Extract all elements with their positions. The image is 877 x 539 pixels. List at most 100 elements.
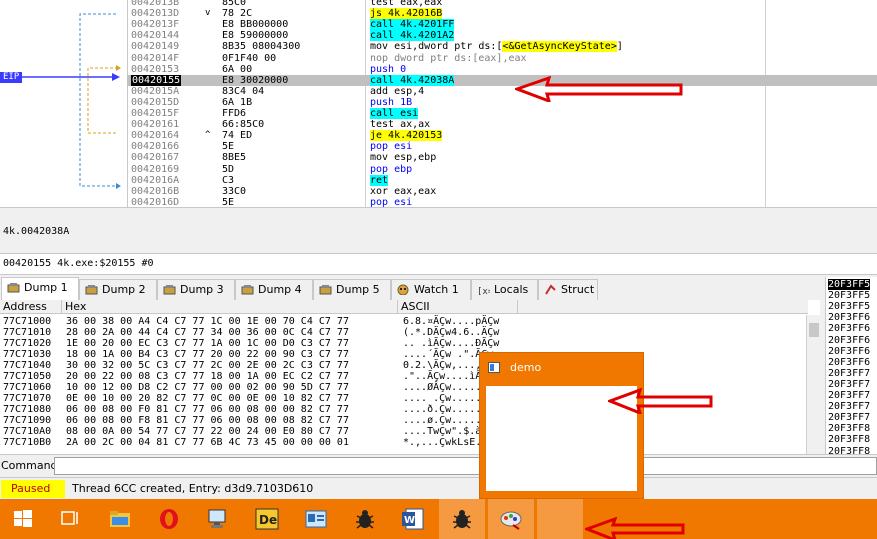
stack-row[interactable]: 20F3FF5 — [828, 279, 871, 290]
task-view-icon — [61, 511, 78, 525]
instruction-token: call 4k.4201A2 — [370, 30, 455, 42]
dump-row[interactable]: 77C71020 1E 00 20 00 EC C3 C7 77 1A 00 1C… — [0, 338, 808, 349]
disasm-address: 00420167 — [131, 152, 180, 164]
instruction-token: pop esi — [370, 141, 413, 153]
start-button[interactable] — [0, 499, 46, 539]
disasm-bytes: E8 30020000 — [222, 74, 289, 86]
disasm-address: 00420161 — [131, 119, 180, 131]
paint-button[interactable] — [488, 499, 534, 539]
task-view-button[interactable] — [46, 499, 92, 539]
dump-hex: 08 00 0A 00 54 77 C7 77 22 00 24 00 E0 8… — [66, 426, 349, 437]
command-input[interactable] — [54, 457, 877, 475]
dump-hex: 36 00 38 00 A4 C4 C7 77 1C 00 1E 00 70 C… — [66, 316, 349, 327]
stack-row[interactable]: 20F3FF6 — [828, 323, 870, 334]
demo-taskbar-button[interactable] — [537, 499, 583, 539]
disasm-instruction: ret — [370, 174, 389, 186]
disasm-row[interactable]: 00420144 E8 59000000 call 4k.4201A2 — [127, 30, 877, 42]
dump-row[interactable]: 77C71050 20 00 22 00 08 C3 C7 77 18 00 1A… — [0, 371, 808, 382]
info-address-pane: 00420155 4k.exe:$20155 #0 — [0, 253, 877, 275]
stack-row[interactable]: 20F3FF7 — [828, 401, 870, 412]
de-button[interactable]: De — [244, 499, 290, 539]
disassembly-view[interactable]: EIP 0042013B 85C0 test eax,eax 0042013D v 78 … — [0, 0, 877, 207]
dump-row[interactable]: 77C71040 30 00 32 00 5C C3 C7 77 2C 00 2E… — [0, 360, 808, 371]
dump-row[interactable]: 77C710B0 2A 00 2C 00 04 81 C7 77 6B 4C 73… — [0, 437, 808, 448]
stack-row[interactable]: 20F3FF6 — [828, 357, 870, 368]
disasm-row[interactable]: 00420164 ^ 74 ED je 4k.420153 — [127, 130, 877, 142]
dump-row[interactable]: 77C71030 18 00 1A 00 B4 C3 C7 77 20 00 22… — [0, 349, 808, 360]
tab-dump-1[interactable]: Dump 1 — [1, 277, 79, 300]
opera-button[interactable] — [146, 499, 192, 539]
disasm-row[interactable]: 00420161 66:85C0 test ax,ax — [127, 119, 877, 130]
disasm-row[interactable]: 00420169 5D pop ebp — [127, 164, 877, 175]
column-header-ascii[interactable]: ASCII — [398, 300, 518, 314]
stack-row[interactable]: 20F3FF7 — [828, 368, 870, 379]
disasm-bytes: 8B35 08004300 — [222, 41, 301, 53]
dump-row[interactable]: 77C710A0 08 00 0A 00 54 77 C7 77 22 00 24… — [0, 426, 808, 437]
stack-row[interactable]: 20F3FF5 — [828, 290, 870, 301]
disasm-row[interactable]: 0042015A 83C4 04 add esp,4 — [127, 86, 877, 97]
instruction-token: <&GetAsyncKeyState> — [502, 41, 617, 53]
disasm-row[interactable]: 0042016A C3 ret — [127, 174, 877, 186]
dump-view[interactable]: Address Hex ASCII 77C71000 36 00 38 00 A4… — [0, 300, 820, 454]
jump-direction-marker: v — [205, 8, 211, 19]
tab-watch-1[interactable]: Watch 1 — [391, 279, 471, 300]
debugger-button[interactable] — [342, 499, 388, 539]
dump-row[interactable]: 77C71090 06 00 08 00 F8 81 C7 77 06 00 08… — [0, 415, 808, 426]
disasm-address: 00420166 — [131, 141, 180, 153]
column-header-hex[interactable]: Hex — [62, 300, 398, 314]
dump-row[interactable]: 77C71000 36 00 38 00 A4 C4 C7 77 1C 00 1E… — [0, 316, 808, 327]
tab-dump-4[interactable]: Dump 4 — [235, 279, 313, 300]
disasm-row-current[interactable]: 00420155 E8 30020000 call 4k.42038A — [127, 74, 877, 86]
disasm-row[interactable]: 00420149 8B35 08004300 mov esi,dword ptr d… — [127, 41, 877, 53]
dump-address: 77C71020 — [3, 338, 52, 349]
stack-view[interactable]: 20F3FF5 20F3FF5 20F3FF5 20F3FF6 20F3FF6 20F3F… — [825, 277, 877, 454]
instruction-token: pop ebp — [370, 163, 413, 175]
disasm-row[interactable]: 00420167 8BE5 mov esp,ebp — [127, 152, 877, 163]
stack-row[interactable]: 20F3FF8 — [828, 423, 870, 434]
file-explorer-button[interactable] — [97, 499, 143, 539]
stack-row[interactable]: 20F3FF5 — [828, 301, 870, 312]
disasm-row[interactable]: 0042015D 6A 1B push 1B — [127, 97, 877, 108]
disasm-row[interactable]: 00420153 6A 00 push 0 — [127, 64, 877, 75]
stack-row[interactable]: 20F3FF6 — [828, 346, 870, 357]
disasm-row[interactable]: 0042016D 5E pop esi — [127, 197, 877, 207]
disasm-row[interactable]: 00420166 5E pop esi — [127, 141, 877, 152]
contacts-button[interactable] — [293, 499, 339, 539]
word-button[interactable]: W — [390, 499, 436, 539]
disasm-row[interactable]: 0042013B 85C0 test eax,eax — [127, 0, 877, 8]
disasm-instruction: add esp,4 — [370, 86, 424, 97]
disasm-row[interactable]: 0042013F E8 BB000000 call 4k.4201FF — [127, 19, 877, 31]
instruction-token: call esi — [370, 108, 419, 119]
disasm-row[interactable]: 0042015F FFD6 call esi — [127, 108, 877, 119]
stack-row[interactable]: 20F3FF8 — [828, 446, 870, 455]
stack-row[interactable]: 20F3FF7 — [828, 390, 870, 401]
dump-row[interactable]: 77C71010 28 00 2A 00 44 C4 C7 77 34 00 36… — [0, 327, 808, 338]
network-button[interactable] — [195, 499, 241, 539]
bug-icon — [453, 510, 471, 529]
tab-dump-2[interactable]: Dump 2 — [79, 279, 157, 300]
dump-scrollbar[interactable] — [806, 315, 820, 454]
info-target: 4k.0042038A — [3, 226, 70, 237]
dump-hex: 20 00 22 00 08 C3 C7 77 18 00 1A 00 EC C… — [66, 371, 349, 382]
disasm-bytes: 5E — [222, 196, 235, 207]
tab-dump-3[interactable]: Dump 3 — [157, 279, 235, 300]
disasm-row[interactable]: 0042014F 0F1F40 00 nop dword ptr ds:[eax],… — [127, 53, 877, 64]
x64dbg-button[interactable] — [439, 499, 485, 539]
disasm-address: 00420164 — [131, 130, 180, 142]
tab-struct[interactable]: Struct — [538, 279, 598, 300]
scrollbar-thumb[interactable] — [809, 323, 819, 337]
stack-row[interactable]: 20F3FF8 — [828, 434, 870, 445]
column-header-address[interactable]: Address — [0, 300, 62, 314]
svg-text:[x=]: [x=] — [477, 287, 490, 295]
tab-dump-5[interactable]: Dump 5 — [313, 279, 391, 300]
dump-ascii: 6.8.¤ÄÇw....pÄÇw — [403, 316, 500, 327]
dump-address: 77C71000 — [3, 316, 52, 327]
demo-thumbnail-popup[interactable]: demo — [479, 352, 644, 499]
stack-row[interactable]: 20F3FF6 — [828, 335, 870, 346]
disasm-row[interactable]: 0042013D v 78 2C js 4k.42016B — [127, 8, 877, 20]
stack-row[interactable]: 20F3FF7 — [828, 412, 870, 423]
stack-row[interactable]: 20F3FF6 — [828, 312, 870, 323]
stack-row[interactable]: 20F3FF7 — [828, 379, 870, 390]
disasm-row[interactable]: 0042016B 33C0 xor eax,eax — [127, 186, 877, 197]
tab-locals[interactable]: [x=] Locals — [471, 279, 538, 300]
